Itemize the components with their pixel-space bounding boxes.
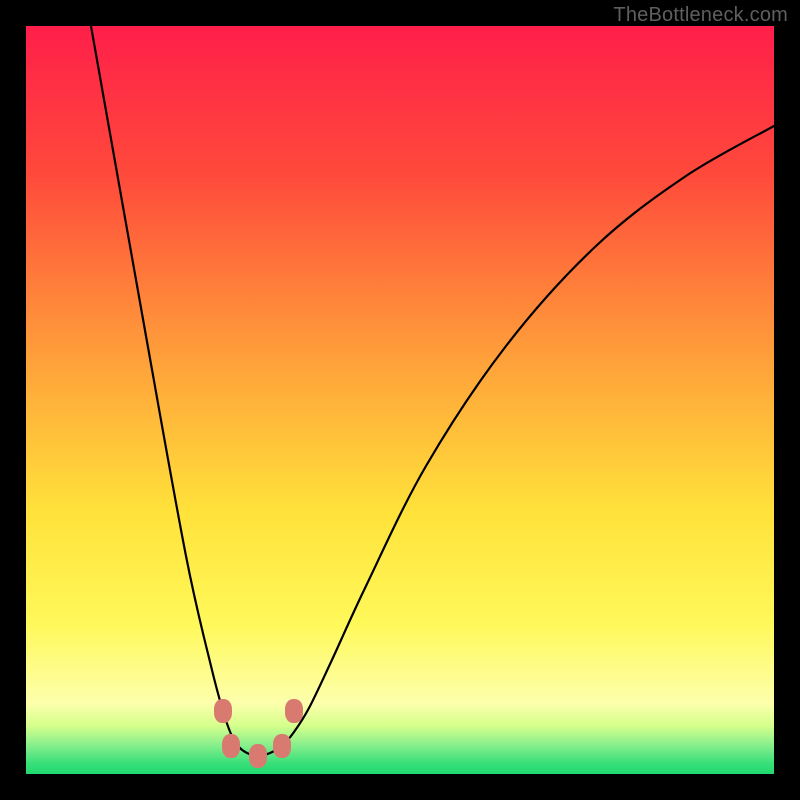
marker-dot [214, 699, 232, 723]
watermark-text: TheBottleneck.com [613, 4, 788, 27]
marker-dot [249, 744, 267, 768]
bottleneck-curve [26, 26, 774, 774]
marker-dot [222, 734, 240, 758]
plot-frame [26, 26, 774, 774]
marker-dot [273, 734, 291, 758]
marker-dot [285, 699, 303, 723]
